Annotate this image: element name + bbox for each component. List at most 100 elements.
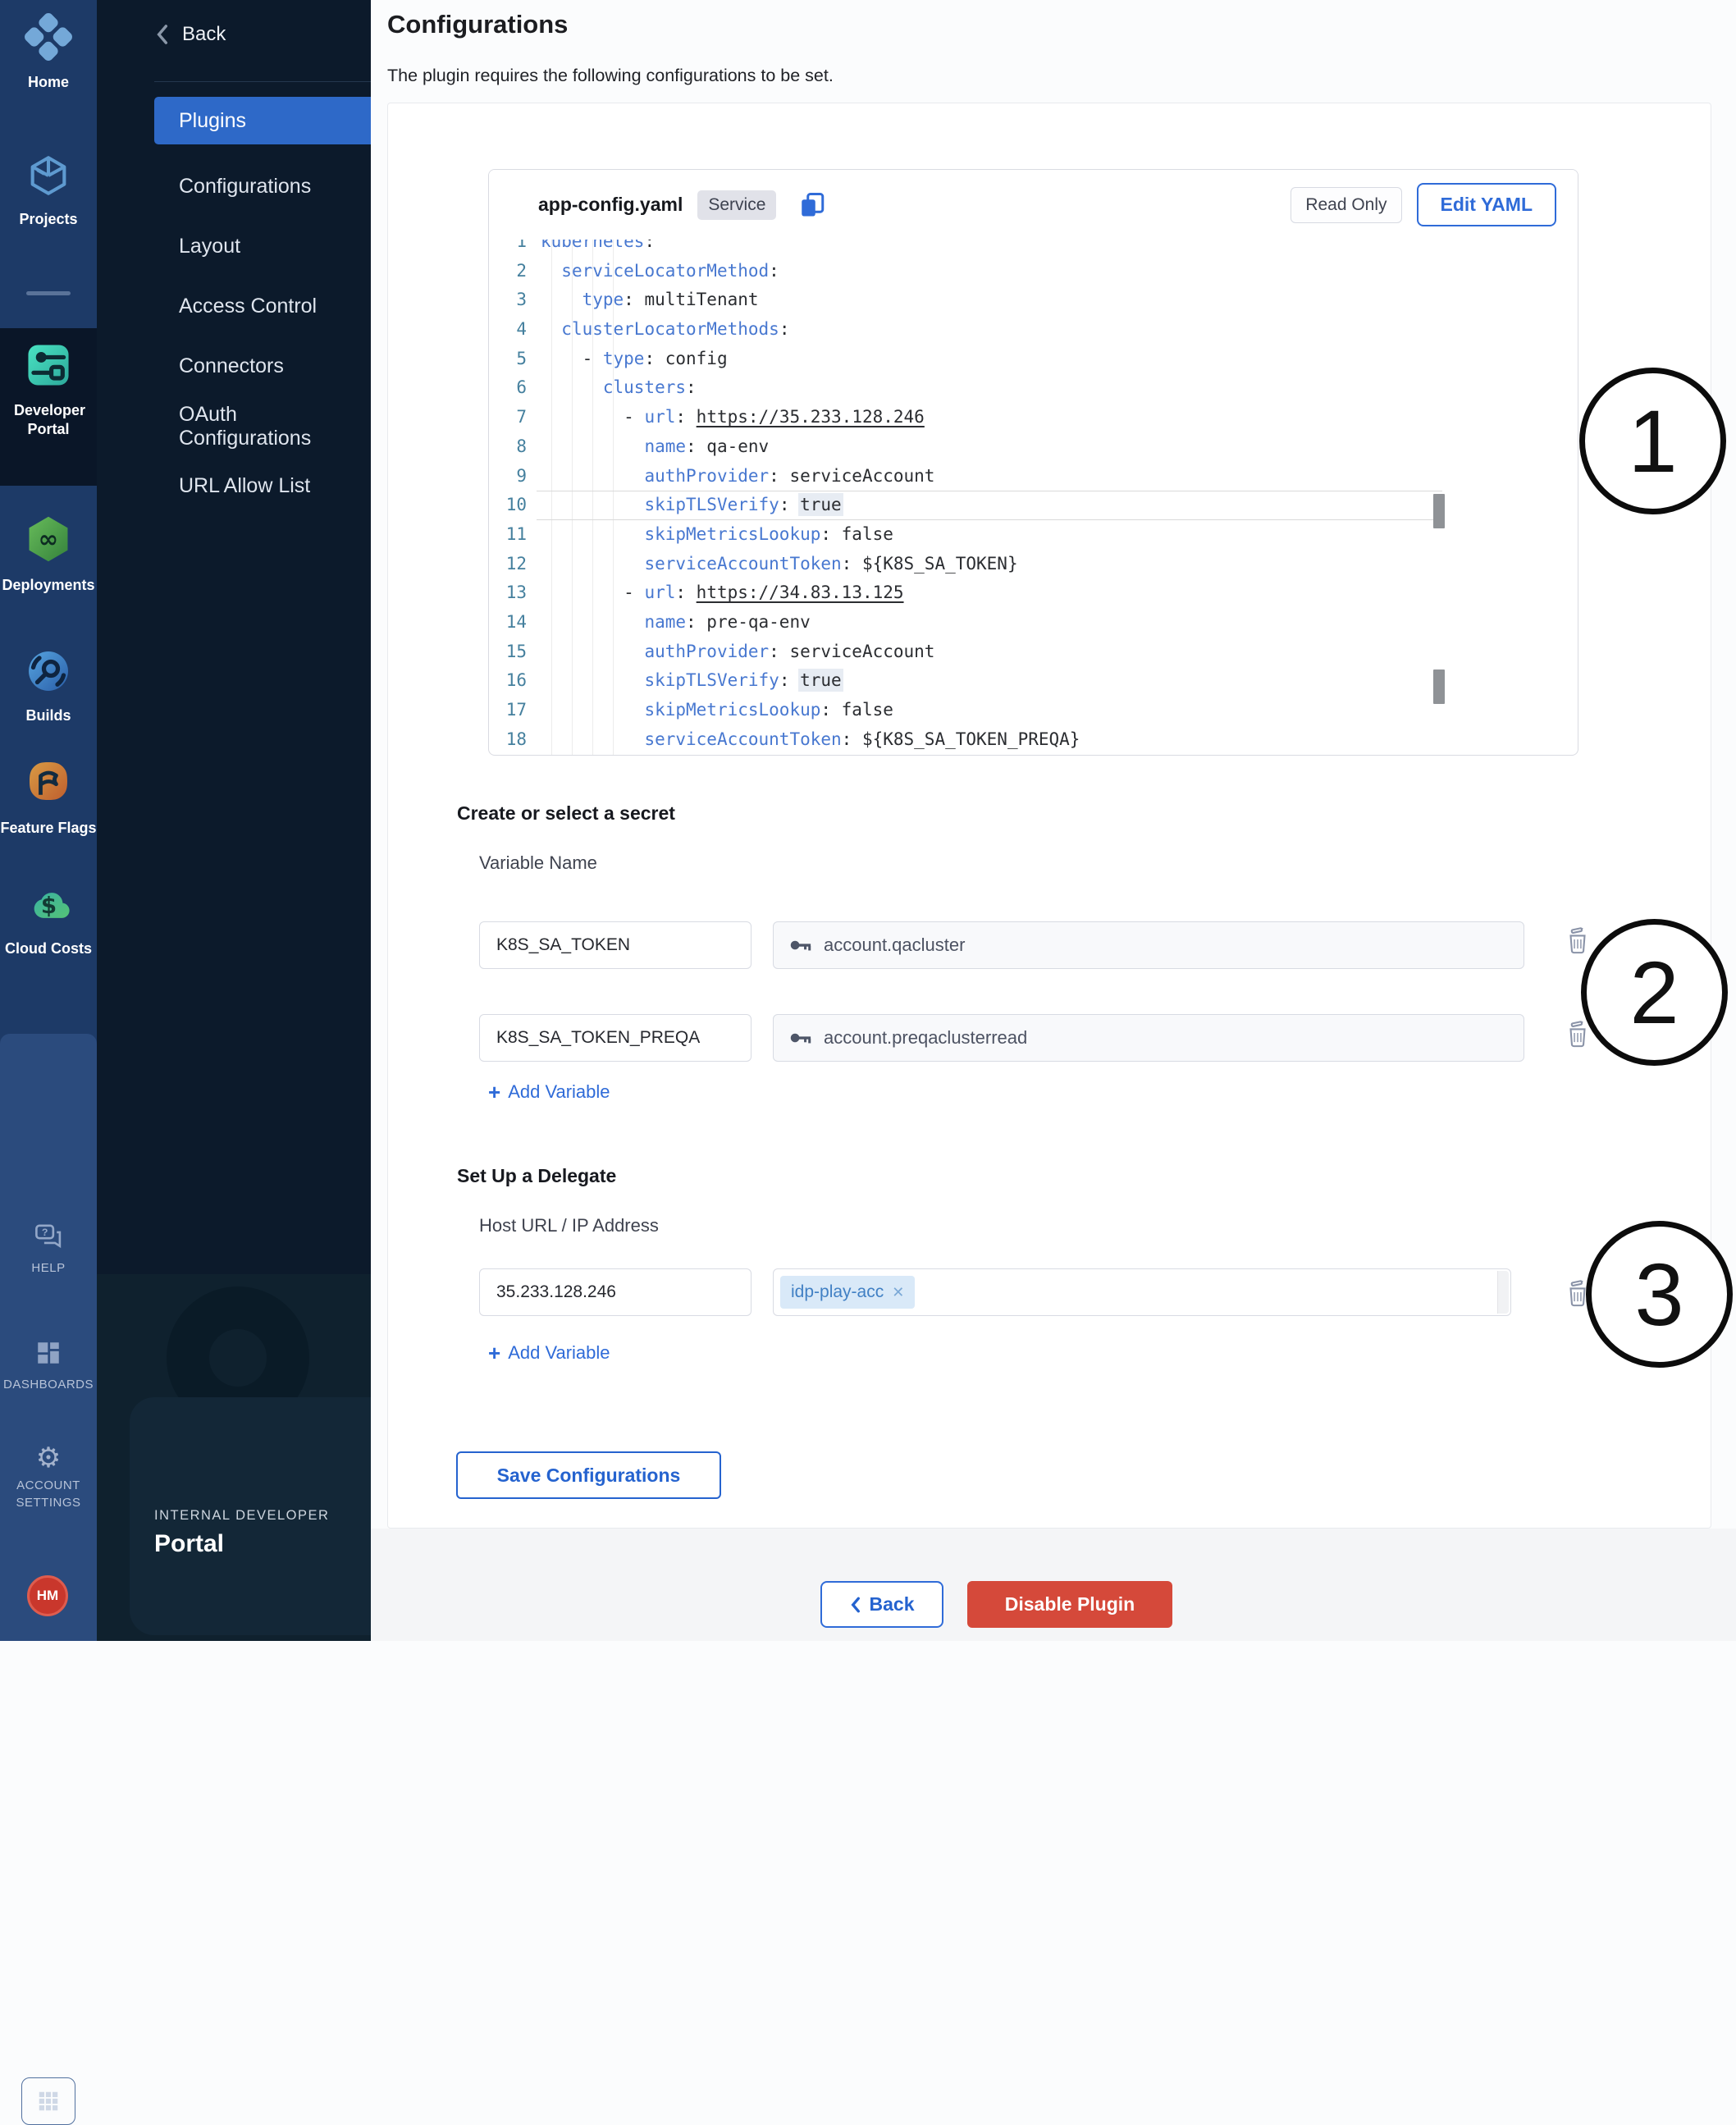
code-line[interactable]: 2 serviceLocatorMethod: [489, 257, 1578, 286]
code-line[interactable]: 18 serviceAccountToken: ${K8S_SA_TOKEN_P… [489, 725, 1578, 755]
feature-flags-icon [24, 759, 73, 808]
secret-select-field[interactable]: account.qacluster [773, 921, 1524, 969]
page-subtitle: The plugin requires the following config… [387, 66, 834, 86]
delegate-tag-label: idp-play-acc [791, 1282, 884, 1302]
subnav-item-url-allow-list[interactable]: URL Allow List [97, 456, 371, 516]
edit-yaml-button[interactable]: Edit YAML [1417, 183, 1556, 226]
subnav-back-button[interactable]: Back [154, 23, 226, 46]
code-line[interactable]: 1kubernetes: [489, 240, 1578, 257]
code-line[interactable]: 6 clusters: [489, 373, 1578, 403]
subnav-item-connectors[interactable]: Connectors [97, 336, 371, 396]
dashboards-icon [34, 1339, 62, 1367]
scrollbar-mark[interactable] [1433, 669, 1445, 704]
save-configurations-button[interactable]: Save Configurations [456, 1451, 721, 1499]
cloud-costs-icon: $ [22, 881, 75, 929]
line-number: 2 [489, 257, 541, 286]
add-variable-button[interactable]: + Add Variable [488, 1342, 610, 1364]
key-icon [788, 1026, 813, 1049]
code-line[interactable]: 5 - type: config [489, 345, 1578, 374]
svg-text:$: $ [41, 892, 57, 919]
delegate-tags-field[interactable]: idp-play-acc ✕ [773, 1268, 1511, 1316]
code-link: https://35.233.128.246 [697, 407, 925, 427]
sidebar-item-label: Projects [0, 210, 97, 229]
sidebar-item-label: Builds [0, 706, 97, 725]
subnav-item-plugins[interactable]: Plugins [154, 97, 371, 144]
copy-icon[interactable] [797, 190, 827, 220]
sidebar-item-feature-flags[interactable]: Feature Flags [0, 759, 97, 838]
code-line[interactable]: 10 skipTLSVerify: true [489, 491, 1578, 520]
scrollbar-mark[interactable] [1433, 494, 1445, 528]
line-number: 8 [489, 432, 541, 462]
code-line[interactable]: 17 skipMetricsLookup: false [489, 696, 1578, 725]
remove-tag-icon[interactable]: ✕ [892, 1284, 904, 1301]
projects-cube-icon [25, 152, 72, 199]
sidebar-item-label: DASHBOARDS [0, 1376, 97, 1393]
rail-collapse-handle[interactable] [26, 291, 71, 295]
code-line[interactable]: 3 type: multiTenant [489, 286, 1578, 315]
sidebar-item-builds[interactable]: Builds [0, 647, 97, 725]
code-text: serviceLocatorMethod: [541, 257, 779, 286]
code-line[interactable]: 12 serviceAccountToken: ${K8S_SA_TOKEN} [489, 550, 1578, 579]
line-number: 18 [489, 725, 541, 755]
annotation-number: 1 [1628, 390, 1677, 492]
left-rail: Home Projects Developer Portal [0, 0, 97, 1641]
line-number: 12 [489, 550, 541, 579]
secret-section-title: Create or select a secret [457, 802, 675, 825]
delete-variable-button[interactable] [1565, 927, 1590, 955]
code-line[interactable]: 15 authProvider: serviceAccount [489, 638, 1578, 667]
sidebar-item-developer-portal[interactable]: Developer Portal [0, 340, 97, 439]
subnav-item-configurations[interactable]: Configurations [97, 157, 371, 217]
code-line[interactable]: 14 name: pre-qa-env [489, 608, 1578, 638]
user-avatar[interactable]: HM [27, 1575, 68, 1616]
host-url-value: 35.233.128.246 [496, 1282, 616, 1302]
subnav-item-layout[interactable]: Layout [97, 217, 371, 276]
delete-variable-button[interactable] [1565, 1021, 1590, 1049]
variable-name-input[interactable]: K8S_SA_TOKEN_PREQA [479, 1014, 752, 1062]
line-number: 5 [489, 345, 541, 374]
annotation-number: 2 [1629, 941, 1679, 1044]
rail-section-bottom: ? HELP DASHBOARDS ⚙ ACCOUNT SETTINGS [0, 1034, 97, 1641]
module-grid-button[interactable] [21, 2077, 75, 2125]
code-line[interactable]: 9 authProvider: serviceAccount [489, 462, 1578, 491]
line-number: 4 [489, 315, 541, 345]
back-button[interactable]: Back [820, 1581, 943, 1628]
plus-icon: + [488, 1084, 500, 1100]
sidebar-item-deployments[interactable]: ∞ Deployments [0, 513, 97, 595]
code-line[interactable]: 13 - url: https://34.83.13.125 [489, 578, 1578, 608]
subnav-item-access-control[interactable]: Access Control [97, 276, 371, 336]
sidebar-item-cloud-costs[interactable]: $ Cloud Costs [0, 881, 97, 958]
sidebar-item-dashboards[interactable]: DASHBOARDS [0, 1339, 97, 1393]
line-number: 6 [489, 373, 541, 403]
code-line[interactable]: 4 clusterLocatorMethods: [489, 315, 1578, 345]
add-variable-button[interactable]: + Add Variable [488, 1081, 610, 1103]
code-line[interactable]: 7 - url: https://35.233.128.246 [489, 403, 1578, 432]
code-line[interactable]: 11 skipMetricsLookup: false [489, 520, 1578, 550]
variable-name-input[interactable]: K8S_SA_TOKEN [479, 921, 752, 969]
annotation-number: 3 [1634, 1243, 1683, 1346]
secret-select-field[interactable]: account.preqaclusterread [773, 1014, 1524, 1062]
sidebar-item-home[interactable]: Home [0, 11, 97, 92]
back-label: Back [182, 23, 226, 46]
disable-plugin-button[interactable]: Disable Plugin [967, 1581, 1172, 1628]
variable-name-label: Variable Name [479, 852, 597, 874]
page-title: Configurations [387, 10, 568, 39]
sidebar-item-projects[interactable]: Projects [0, 152, 97, 229]
delegate-tag-chip[interactable]: idp-play-acc ✕ [780, 1276, 915, 1309]
rail-section-modules: ∞ Deployments Builds Feature Flags [0, 486, 97, 1034]
subnav-item-oauth-configurations[interactable]: OAuth Configurations [97, 396, 371, 456]
code-text: skipTLSVerify: true [541, 491, 842, 520]
code-text: skipMetricsLookup: false [541, 696, 893, 725]
host-url-input[interactable]: 35.233.128.246 [479, 1268, 752, 1316]
code-line[interactable]: 8 name: qa-env [489, 432, 1578, 462]
sidebar-item-label: Feature Flags [0, 819, 97, 838]
sidebar-item-label: Home [0, 73, 97, 92]
yaml-editor[interactable]: 1kubernetes:2 serviceLocatorMethod:3 typ… [489, 240, 1578, 755]
sidebar-item-account-settings[interactable]: ⚙ ACCOUNT SETTINGS [0, 1444, 97, 1511]
line-number: 1 [489, 240, 541, 257]
sidebar-item-help[interactable]: ? HELP [0, 1222, 97, 1277]
code-text: name: qa-env [541, 432, 769, 462]
sidebar-item-label: Cloud Costs [0, 939, 97, 958]
code-line[interactable]: 16 skipTLSVerify: true [489, 666, 1578, 696]
sidebar-item-label: HELP [0, 1259, 97, 1277]
footer-title: Portal [154, 1530, 224, 1558]
